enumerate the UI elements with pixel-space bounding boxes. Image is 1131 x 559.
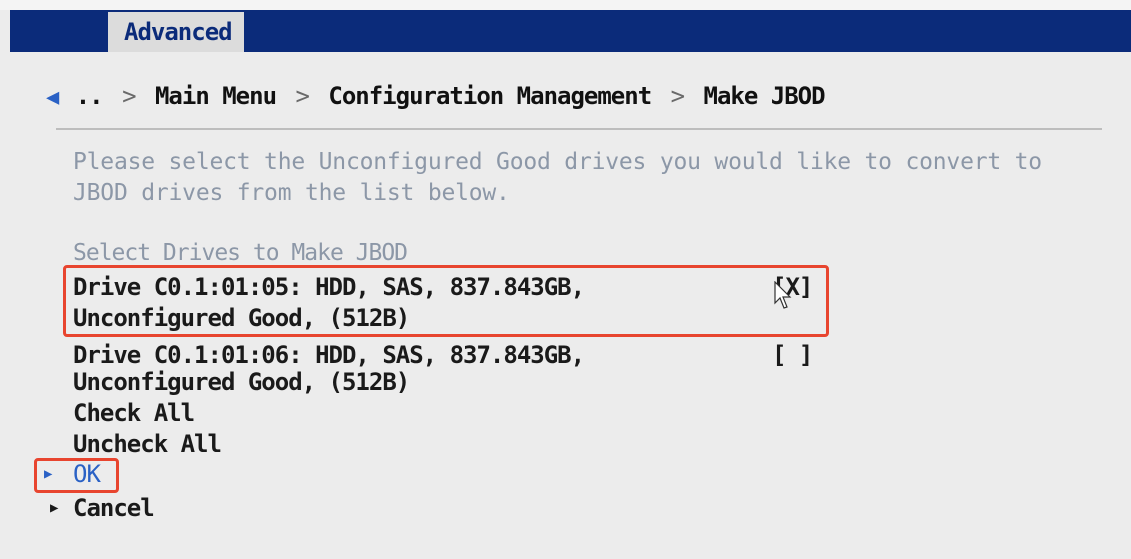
breadcrumb-item-parent[interactable]: .. [76,82,104,110]
pointer-icon: ▶ [50,500,59,516]
section-title: Select Drives to Make JBOD [73,240,408,266]
tab-advanced[interactable]: Advanced [108,12,244,52]
breadcrumb: ◀ .. > Main Menu > Configuration Managem… [46,82,826,118]
breadcrumb-item-make-jbod: Make JBOD [703,82,826,110]
drive-2-line-2[interactable]: Unconfigured Good, (512B) [73,368,410,396]
mouse-cursor-icon [774,281,792,309]
breadcrumb-item-configuration-management[interactable]: Configuration Management [328,82,652,110]
breadcrumb-item-main-menu[interactable]: Main Menu [155,82,277,110]
divider [56,128,1102,130]
breadcrumb-separator: > [122,82,136,110]
help-line-1: Please select the Unconfigured Good driv… [73,149,1042,175]
uncheck-all-button[interactable]: Uncheck All [73,430,222,458]
help-line-2: JBOD drives from the list below. [73,180,510,206]
drive-2-line-1[interactable]: Drive C0.1:01:06: HDD, SAS, 837.843GB, [73,341,585,369]
top-strip [0,0,1131,10]
drive-2-checkbox[interactable]: [ ] [772,341,813,369]
highlight-box-drive-1 [63,265,829,337]
check-all-button[interactable]: Check All [73,399,195,427]
help-text: Please select the Unconfigured Good driv… [73,147,1073,209]
highlight-box-ok [34,458,119,493]
breadcrumb-separator: > [670,82,685,110]
back-arrow-icon[interactable]: ◀ [46,85,59,110]
cancel-button[interactable]: Cancel [73,494,155,522]
breadcrumb-separator: > [295,82,309,110]
